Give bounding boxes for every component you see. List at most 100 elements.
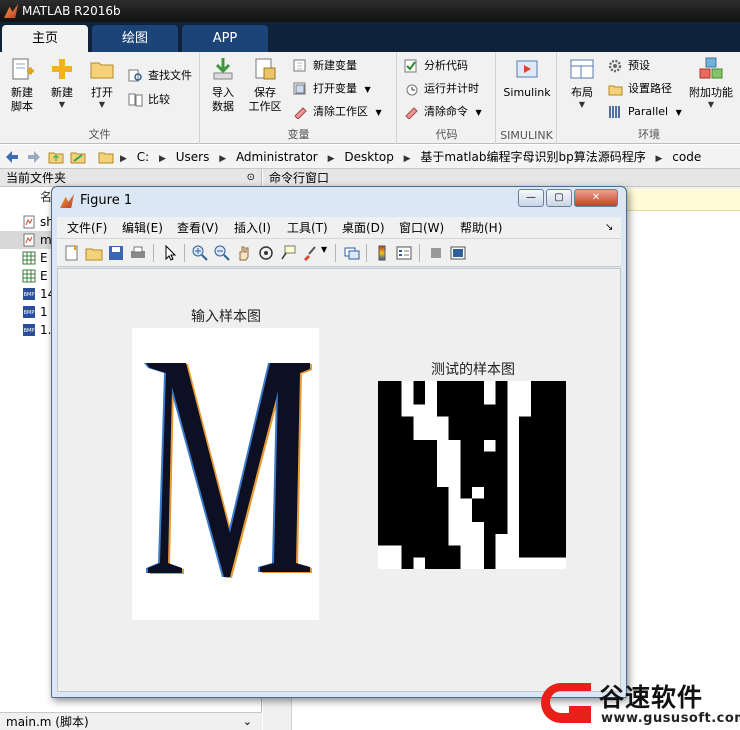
simulink-button[interactable]: Simulink <box>499 56 555 100</box>
menu-file[interactable]: 文件(F) <box>67 217 107 239</box>
current-folder-header: 当前文件夹 ⊙ <box>0 169 261 187</box>
up-folder-icon[interactable] <box>48 149 64 165</box>
breadcrumb-item[interactable]: Administrator <box>236 150 318 164</box>
group-label-variable: 变量 <box>287 128 310 141</box>
breadcrumb: ▶ C: ▶ Users ▶ Administrator ▶ Desktop ▶… <box>120 145 707 171</box>
chevron-down-icon: ▼ <box>375 108 382 117</box>
menu-desktop[interactable]: 桌面(D) <box>342 217 385 239</box>
import-data-button[interactable]: 导入 数据 <box>203 56 243 114</box>
tab-apps[interactable]: APP <box>182 25 268 52</box>
bmp-file-icon: BMP <box>23 324 35 336</box>
ribbon-group-code: 分析代码 运行并计时 清除命令 ▼ 代码 <box>398 52 496 144</box>
link-plot-icon[interactable] <box>343 244 361 262</box>
breadcrumb-item[interactable]: 基于matlab编程字母识别bp算法源码程序 <box>420 150 645 164</box>
data-cursor-icon[interactable] <box>279 244 297 262</box>
forward-arrow-icon[interactable] <box>26 149 42 165</box>
chevron-down-icon: ▼ <box>475 108 482 117</box>
menu-edit[interactable]: 编辑(E) <box>122 217 163 239</box>
run-and-time-label: 运行并计时 <box>424 82 479 95</box>
open-button[interactable]: 打开 ▼ <box>82 56 122 110</box>
close-button[interactable]: ✕ <box>574 189 618 207</box>
test-sample-image <box>378 381 566 569</box>
menu-view[interactable]: 查看(V) <box>177 217 219 239</box>
layout-button[interactable]: 布局 ▼ <box>562 56 602 110</box>
command-window-header: 命令行窗口 <box>263 169 740 187</box>
menu-tools[interactable]: 工具(T) <box>287 217 328 239</box>
pan-hand-icon[interactable] <box>235 244 253 262</box>
selected-file-label: main.m (脚本) <box>6 715 89 729</box>
analyze-code-button[interactable]: 分析代码 <box>404 56 468 76</box>
breadcrumb-item[interactable]: code <box>672 150 701 164</box>
rotate-3d-icon[interactable] <box>257 244 275 262</box>
new-button[interactable]: 新建 ▼ <box>42 56 82 110</box>
open-variable-button[interactable]: 打开变量 ▼ <box>293 79 371 99</box>
menu-help[interactable]: 帮助(H) <box>460 217 502 239</box>
tab-plots[interactable]: 绘图 <box>92 25 178 52</box>
clear-workspace-icon <box>294 107 307 119</box>
new-figure-icon[interactable] <box>63 244 81 262</box>
file-name: 1 <box>40 305 48 319</box>
find-files-button[interactable]: 查找文件 <box>128 66 192 86</box>
simulink-label: Simulink <box>503 86 551 99</box>
minimize-button[interactable]: — <box>518 189 544 207</box>
preferences-button[interactable]: 预设 <box>608 56 650 76</box>
zoom-in-icon[interactable] <box>191 244 209 262</box>
app-title: MATLAB R2016b <box>22 4 121 18</box>
print-icon[interactable] <box>129 244 147 262</box>
import-data-icon <box>213 58 233 80</box>
back-arrow-icon[interactable] <box>4 149 20 165</box>
chevron-down-icon: ▼ <box>707 100 715 109</box>
breadcrumb-item[interactable]: Users <box>176 150 210 164</box>
breadcrumb-item[interactable]: C: <box>137 150 149 164</box>
excel-file-icon <box>22 251 36 265</box>
m-file-icon <box>23 233 35 247</box>
set-path-button[interactable]: 设置路径 <box>608 79 672 99</box>
chevron-down-icon[interactable]: ▼ <box>321 245 327 254</box>
menu-insert[interactable]: 插入(I) <box>234 217 271 239</box>
set-path-label: 设置路径 <box>628 82 672 95</box>
open-variable-icon <box>293 82 306 95</box>
save-workspace-button[interactable]: 保存 工作区 <box>245 56 285 114</box>
clear-workspace-button[interactable]: 清除工作区 ▼ <box>293 102 382 122</box>
compare-button[interactable]: 比较 <box>128 90 170 110</box>
addons-button[interactable]: 附加功能 ▼ <box>686 56 736 110</box>
figure-window: Figure 1 — ▢ ✕ 文件(F) 编辑(E) 查看(V) 插入(I) 工… <box>51 186 627 698</box>
excel-file-icon <box>22 269 36 283</box>
browse-folder-icon[interactable] <box>70 149 86 165</box>
panel-menu-icon[interactable]: ⊙ <box>247 169 255 187</box>
tab-home[interactable]: 主页 <box>2 25 88 52</box>
toolbar-separator <box>184 244 185 262</box>
file-name: 1. <box>40 323 52 337</box>
open-file-icon[interactable] <box>85 244 103 262</box>
chevron-down-icon[interactable]: ⌄ <box>243 713 252 730</box>
file-name: E <box>40 251 48 265</box>
breadcrumb-item[interactable]: Desktop <box>344 150 394 164</box>
dock-arrow-icon[interactable]: ↘ <box>605 217 613 239</box>
chevron-down-icon: ▼ <box>578 100 586 109</box>
zoom-out-icon[interactable] <box>213 244 231 262</box>
new-variable-button[interactable]: 新建变量 <box>293 56 357 76</box>
file-name: m <box>40 233 52 247</box>
legend-icon[interactable] <box>395 244 413 262</box>
find-files-icon <box>128 69 142 82</box>
brush-icon[interactable] <box>301 244 319 262</box>
figure-titlebar[interactable]: Figure 1 — ▢ ✕ <box>52 187 626 215</box>
parallel-button[interactable]: Parallel ▼ <box>608 102 682 122</box>
file-details-bar[interactable]: main.m (脚本) ⌄ <box>0 712 262 730</box>
show-plot-tools-icon[interactable] <box>449 244 467 262</box>
new-script-label: 新建 脚本 <box>11 86 33 113</box>
breadcrumb-separator-icon: ▶ <box>327 154 335 164</box>
save-icon[interactable] <box>107 244 125 262</box>
menu-window[interactable]: 窗口(W) <box>399 217 444 239</box>
run-and-time-button[interactable]: 运行并计时 <box>404 79 479 99</box>
pointer-icon[interactable] <box>161 244 179 262</box>
new-script-button[interactable]: 新建 脚本 <box>2 56 42 114</box>
hide-plot-tools-icon[interactable] <box>427 244 445 262</box>
figure-toolbar: ▼ <box>57 239 621 267</box>
maximize-button[interactable]: ▢ <box>546 189 572 207</box>
chevron-down-icon: ▼ <box>98 100 106 109</box>
clear-commands-button[interactable]: 清除命令 ▼ <box>404 102 482 122</box>
analyze-code-icon <box>404 59 417 73</box>
run-and-time-icon <box>406 84 418 96</box>
colorbar-icon[interactable] <box>373 244 391 262</box>
